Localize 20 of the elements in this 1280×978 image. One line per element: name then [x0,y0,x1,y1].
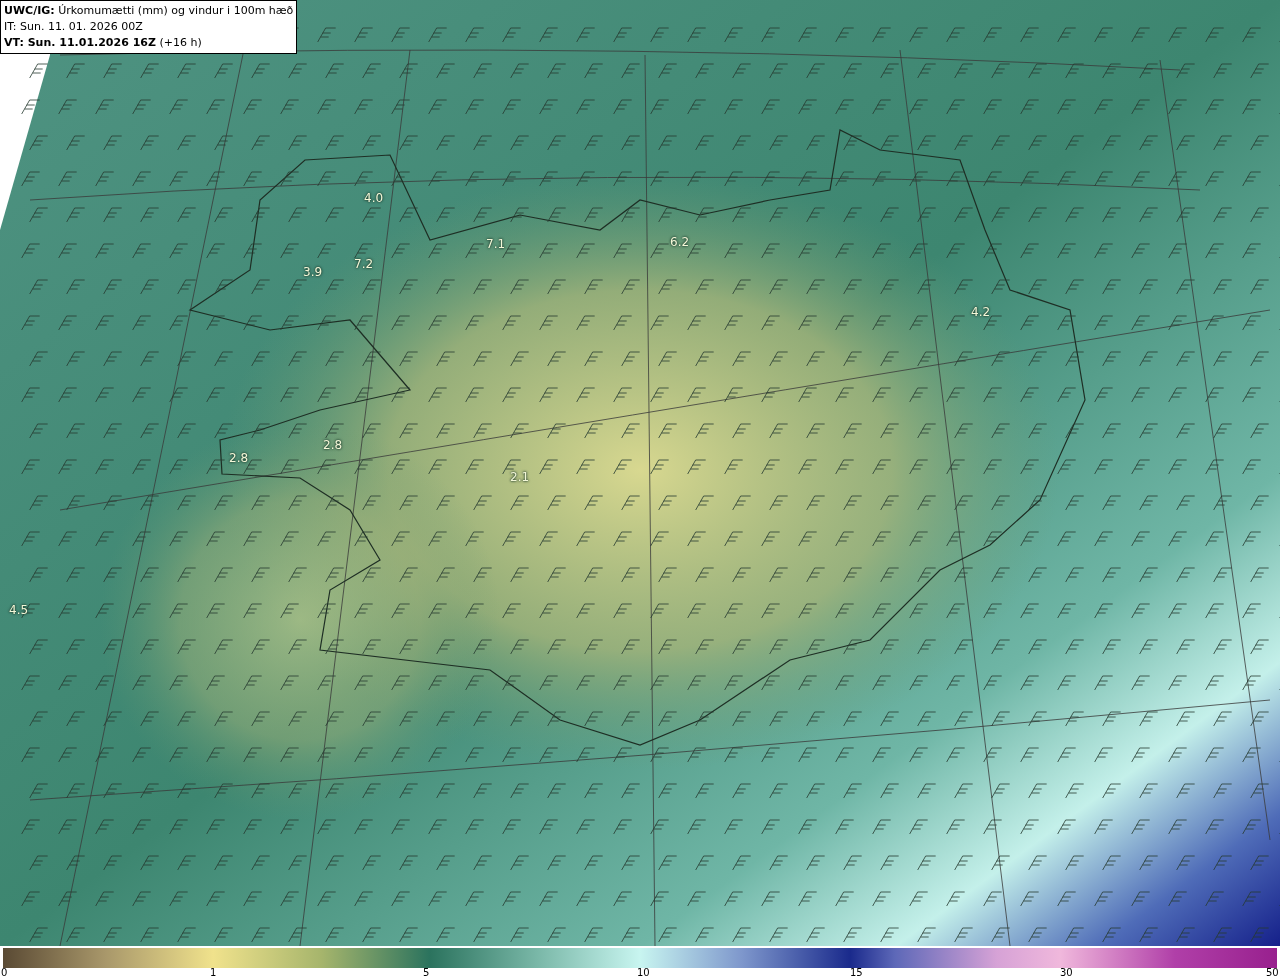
legend-title: UWC/IG: Úrkomumætti (mm) og vindur i 100m hæð [4,3,294,19]
map-value-label: 4.2 [971,305,991,319]
map-value-label: 2.1 [510,470,530,484]
map-value-label: 7.2 [354,257,374,271]
map-value-label: 3.9 [303,265,323,279]
valid-time-text: VT: Sun. 11.01.2026 16Z (+16 h) [4,35,203,51]
map-value-label: 4.5 [9,603,29,617]
map-value-label: 7.1 [486,237,506,251]
map-value-label: 2.8 [323,438,343,452]
scale-tick-label: 30 [1060,967,1073,978]
scale-tick-label: 10 [637,967,650,978]
map-value-label: 6.2 [670,235,690,249]
scale-tick-label: 1 [210,967,217,978]
map-value-label: 4.0 [364,191,384,205]
init-time-text: IT: Sun. 11. 01. 2026 00Z [4,19,144,35]
scale-tick-label: 15 [850,967,863,978]
scale-tick-label: 0 [1,967,8,978]
scale-tick-label: 50 [1266,967,1279,978]
map-value-label: 2.8 [229,451,249,465]
scale-tick-label: 5 [423,967,430,978]
